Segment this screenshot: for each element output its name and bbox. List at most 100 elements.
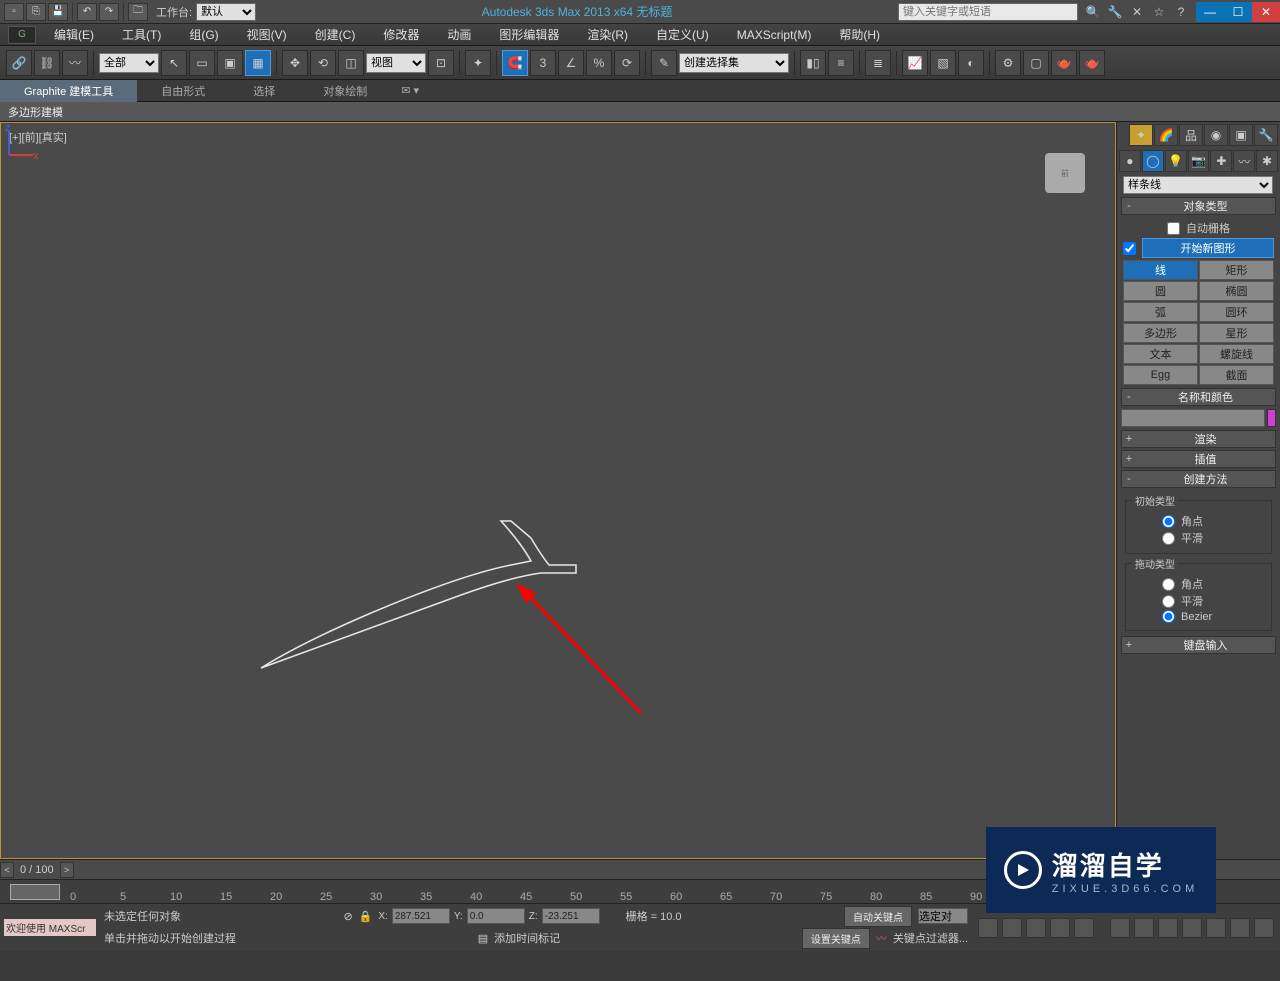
rectangle-button[interactable]: 矩形 — [1199, 260, 1274, 280]
app-menu-icon[interactable]: G — [8, 26, 36, 44]
set-key-button[interactable]: 设置关键点 — [802, 928, 870, 949]
rollout-interp[interactable]: +插值 — [1121, 450, 1276, 468]
close-button[interactable]: ✕ — [1252, 2, 1280, 22]
link-icon[interactable]: 🔗 — [6, 50, 32, 76]
spinner-snap-icon[interactable]: ⟳ — [614, 50, 640, 76]
schematic-icon[interactable]: ▧ — [930, 50, 956, 76]
y-input[interactable] — [467, 908, 525, 924]
motion-tab-icon[interactable]: ◉ — [1204, 124, 1228, 146]
drag-corner-radio[interactable] — [1162, 578, 1175, 591]
render-prod-icon[interactable]: 🫖 — [1079, 50, 1105, 76]
workspace-selector[interactable]: 工作台: 默认 — [156, 3, 256, 21]
menu-maxscript[interactable]: MAXScript(M) — [723, 28, 826, 42]
donut-button[interactable]: 圆环 — [1199, 302, 1274, 322]
systems-icon[interactable]: ✱ — [1256, 150, 1278, 172]
menu-animation[interactable]: 动画 — [433, 26, 485, 43]
zoom-all-icon[interactable] — [1134, 918, 1154, 938]
shapes-icon[interactable]: ◯ — [1142, 150, 1164, 172]
prev-frame-icon[interactable] — [1002, 918, 1022, 938]
rollout-create-method[interactable]: -创建方法 — [1121, 470, 1276, 488]
rollout-object-type[interactable]: -对象类型 — [1121, 197, 1276, 215]
scale-icon[interactable]: ◫ — [338, 50, 364, 76]
viewport[interactable]: [+][前][真实] 前 x z — [0, 122, 1116, 859]
key-filters-icon[interactable]: 〰 — [876, 930, 887, 946]
rollout-render[interactable]: +渲染 — [1121, 430, 1276, 448]
layers-icon[interactable]: ≣ — [865, 50, 891, 76]
redo-icon[interactable]: ↷ — [99, 3, 119, 21]
track-prev-icon[interactable]: < — [0, 862, 14, 878]
undo-icon[interactable]: ↶ — [77, 3, 97, 21]
menu-rendering[interactable]: 渲染(R) — [573, 26, 642, 43]
tab-selection[interactable]: 选择 — [229, 80, 299, 102]
move-icon[interactable]: ✥ — [282, 50, 308, 76]
goto-start-icon[interactable] — [978, 918, 998, 938]
menu-tools[interactable]: 工具(T) — [108, 26, 175, 43]
star-icon[interactable]: ☆ — [1150, 3, 1168, 21]
render-setup-icon[interactable]: ⚙ — [995, 50, 1021, 76]
maximize-viewport-icon[interactable] — [1254, 918, 1274, 938]
modify-tab-icon[interactable]: 🌈 — [1154, 124, 1178, 146]
cameras-icon[interactable]: 📷 — [1188, 150, 1210, 172]
start-new-shape-button[interactable]: 开始新图形 — [1142, 238, 1274, 258]
menu-help[interactable]: 帮助(H) — [825, 26, 894, 43]
align-icon[interactable]: ≡ — [828, 50, 854, 76]
infocenter-search[interactable] — [898, 3, 1078, 21]
project-icon[interactable]: 🗀 — [128, 3, 148, 21]
utilities-tab-icon[interactable]: 🔧 — [1254, 124, 1278, 146]
ref-coord-dropdown[interactable]: 视图 — [366, 53, 426, 73]
search-icon[interactable]: 🔍 — [1084, 3, 1102, 21]
tab-paint[interactable]: 对象绘制 — [299, 80, 391, 102]
select-icon[interactable]: ↖ — [161, 50, 187, 76]
window-crossing-icon[interactable]: ▦ — [245, 50, 271, 76]
render-frame-icon[interactable]: ▢ — [1023, 50, 1049, 76]
ellipse-button[interactable]: 椭圆 — [1199, 281, 1274, 301]
named-selection-dropdown[interactable]: 创建选择集 — [679, 53, 789, 73]
menu-modifiers[interactable]: 修改器 — [369, 26, 433, 43]
exchange-icon[interactable]: ✕ — [1128, 3, 1146, 21]
workspace-dropdown[interactable]: 默认 — [196, 3, 256, 21]
angle-snap-icon[interactable]: ∠ — [558, 50, 584, 76]
color-swatch[interactable] — [1267, 409, 1276, 427]
maximize-button[interactable]: ☐ — [1224, 2, 1252, 22]
new-icon[interactable]: ▫ — [4, 3, 24, 21]
lock-icon[interactable]: ⊘ — [343, 910, 352, 923]
spacewarps-icon[interactable]: 〰 — [1233, 150, 1255, 172]
help-icon[interactable]: ? — [1172, 3, 1190, 21]
display-tab-icon[interactable]: ▣ — [1229, 124, 1253, 146]
menu-views[interactable]: 视图(V) — [233, 26, 301, 43]
time-tag-icon[interactable]: ▤ — [478, 932, 488, 945]
play-icon[interactable] — [1026, 918, 1046, 938]
zoom-icon[interactable] — [1110, 918, 1130, 938]
auto-key-button[interactable]: 自动关键点 — [844, 906, 912, 927]
render-icon[interactable]: 🫖 — [1051, 50, 1077, 76]
curve-editor-icon[interactable]: 📈 — [902, 50, 928, 76]
unlink-icon[interactable]: ⛓ — [34, 50, 60, 76]
drag-bezier-radio[interactable] — [1162, 610, 1175, 623]
rotate-icon[interactable]: ⟲ — [310, 50, 336, 76]
rollout-keyboard[interactable]: +键盘输入 — [1121, 636, 1276, 654]
initial-corner-radio[interactable] — [1162, 515, 1175, 528]
goto-end-icon[interactable] — [1074, 918, 1094, 938]
track-next-icon[interactable]: > — [60, 862, 74, 878]
time-tag-label[interactable]: 添加时间标记 — [494, 930, 560, 946]
autogrid-checkbox[interactable] — [1167, 222, 1180, 235]
z-input[interactable] — [542, 908, 600, 924]
menu-graph-editors[interactable]: 图形编辑器 — [485, 26, 573, 43]
geometry-icon[interactable]: ● — [1119, 150, 1141, 172]
named-sets-edit-icon[interactable]: ✎ — [651, 50, 677, 76]
initial-smooth-radio[interactable] — [1162, 532, 1175, 545]
ngon-button[interactable]: 多边形 — [1123, 323, 1198, 343]
helix-button[interactable]: 螺旋线 — [1199, 344, 1274, 364]
orbit-icon[interactable] — [1182, 918, 1202, 938]
script-listener[interactable]: 欢迎使用 MAXScr — [0, 904, 100, 951]
star-button[interactable]: 星形 — [1199, 323, 1274, 343]
select-name-icon[interactable]: ▭ — [189, 50, 215, 76]
selection-filter-dropdown[interactable]: 全部 — [99, 53, 159, 73]
subcategory-dropdown[interactable]: 样条线 — [1123, 176, 1273, 194]
key-filters-label[interactable]: 关键点过滤器... — [893, 930, 968, 946]
egg-button[interactable]: Egg — [1123, 365, 1198, 385]
time-slider[interactable] — [10, 884, 60, 900]
ribbon-collapse-icon[interactable]: ✉ ▾ — [391, 84, 429, 97]
create-tab-icon[interactable]: ✦ — [1129, 124, 1153, 146]
tab-freeform[interactable]: 自由形式 — [137, 80, 229, 102]
